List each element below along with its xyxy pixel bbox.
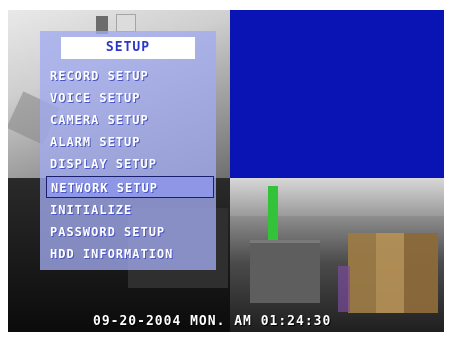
camera-scene-detail — [116, 14, 136, 32]
camera-scene-detail — [268, 186, 278, 246]
camera-scene-detail — [338, 266, 350, 312]
camera-view-2-no-signal[interactable] — [230, 10, 444, 178]
menu-item-alarm-setup[interactable]: ALARM SETUP — [46, 131, 214, 153]
datetime-overlay: 09-20-2004 MON. AM 01:24:30 — [93, 314, 332, 329]
menu-item-record-setup[interactable]: RECORD SETUP — [46, 65, 214, 87]
menu-item-camera-setup[interactable]: CAMERA SETUP — [46, 109, 214, 131]
setup-menu: SETUP RECORD SETUP VOICE SETUP CAMERA SE… — [40, 31, 216, 270]
menu-item-initialize[interactable]: INITIALIZE — [46, 199, 214, 221]
menu-item-hdd-information[interactable]: HDD INFORMATION — [46, 243, 214, 265]
camera-scene-detail — [348, 233, 438, 313]
camera-view-4-warehouse[interactable] — [230, 178, 444, 332]
camera-scene-detail — [230, 178, 444, 216]
dvr-screen: SETUP RECORD SETUP VOICE SETUP CAMERA SE… — [0, 0, 452, 341]
menu-title: SETUP — [61, 37, 195, 59]
menu-item-voice-setup[interactable]: VOICE SETUP — [46, 87, 214, 109]
menu-item-password-setup[interactable]: PASSWORD SETUP — [46, 221, 214, 243]
camera-scene-detail — [250, 240, 320, 303]
menu-item-network-setup[interactable]: NETWORK SETUP — [46, 176, 214, 198]
menu-item-display-setup[interactable]: DISPLAY SETUP — [46, 153, 214, 175]
